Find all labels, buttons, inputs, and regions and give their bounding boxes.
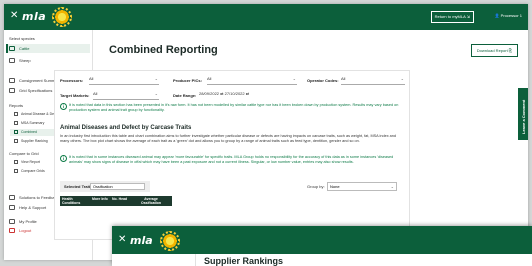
producer-pics-select[interactable]: All ⌄ [207, 76, 297, 85]
producer-pics-label: Producer PICs: [173, 78, 202, 83]
selected-trait-select[interactable]: Ossification [90, 183, 145, 190]
report-icon [14, 130, 18, 134]
sidebar-item-my-profile[interactable]: My Profile [9, 219, 37, 224]
group-by-select[interactable]: None ⌄ [327, 182, 397, 191]
column-average-ossification[interactable]: Average Ossification [132, 196, 170, 206]
column-health-conditions[interactable]: Health Conditions [60, 196, 90, 206]
sidebar-item-supplier-ranking[interactable]: Supplier Ranking [14, 139, 48, 143]
sheep-icon [9, 58, 15, 63]
close-icon[interactable]: ✕ [118, 235, 126, 245]
target-markets-label: Target Markets: [60, 93, 90, 98]
sidebar-item-combined[interactable]: Combined [14, 130, 37, 134]
processors-label: Processors: [60, 78, 84, 83]
section-description: In an industry first introduction this t… [60, 134, 396, 143]
page-title: Supplier Rankings [204, 256, 284, 266]
logout-icon [9, 228, 15, 233]
chevron-down-icon: ⌄ [154, 91, 158, 96]
processors-select[interactable]: All ⌄ [89, 76, 159, 85]
date-range-label: Date Range: [173, 93, 197, 98]
sidebar-item-logout[interactable]: Logout [9, 228, 31, 233]
close-icon[interactable]: ✕ [10, 11, 18, 21]
profile-icon [9, 219, 15, 224]
sidebar-item-view-report[interactable]: View Report [14, 160, 40, 164]
grid-icon [9, 88, 15, 93]
sun-logo-icon [52, 7, 72, 27]
sidebar-item-compare-grids[interactable]: Compare Grids [14, 169, 45, 173]
target-markets-select[interactable]: All ⌄ [93, 91, 159, 100]
sun-logo-icon [160, 231, 180, 251]
top-bar: ✕ mla [112, 226, 532, 254]
group-by-label: Group by: [307, 184, 325, 189]
table-header: Health Conditions More Info No. Head Ave… [60, 196, 172, 206]
grid-icon [14, 169, 18, 173]
chevron-down-icon: ⌄ [292, 76, 296, 81]
consignment-icon [9, 78, 15, 83]
sidebar-item-sheep[interactable]: Sheep [9, 58, 31, 63]
selected-trait-control: Selected Trait: Ossification [60, 181, 150, 192]
column-no-head[interactable]: No. Head [110, 196, 132, 206]
supplier-rankings-window: ✕ mla Supplier Rankings [112, 226, 532, 266]
diseased-animal-notice: i It is noted that in some instances dis… [60, 155, 400, 165]
select-species-label: Select species [9, 36, 35, 41]
report-icon [14, 139, 18, 143]
leave-comment-tab[interactable]: Leave a Comment [518, 88, 528, 140]
sidebar-item-cattle[interactable]: Cattle [9, 46, 29, 51]
sidebar-item-msa-summary[interactable]: MSA Summary [14, 121, 44, 125]
chevron-down-icon: ⌄ [400, 76, 404, 81]
help-icon [9, 205, 15, 210]
mla-logo: mla [130, 234, 153, 247]
sidebar [112, 254, 196, 266]
compare-to-grid-label[interactable]: Compare to Grid [9, 151, 39, 156]
report-panel: Processors: All ⌄ Producer PICs: All ⌄ Ope… [54, 70, 410, 240]
sidebar-item-help-support[interactable]: Help & Support [9, 205, 46, 210]
selected-trait-label: Selected Trait: [64, 184, 92, 189]
raw-data-notice: i It is noted that data in this section … [60, 103, 400, 113]
chevron-down-icon: ⌄ [154, 76, 158, 81]
sidebar-item-grid-specifications[interactable]: Grid Specifications [9, 88, 52, 93]
info-icon: i [60, 155, 67, 162]
sidebar-item-solutions-feedback[interactable]: Solutions to Feedback [9, 195, 59, 200]
date-range-input[interactable]: 28/09/2022 ⇄ 27/10/2022 ⇄ [199, 91, 291, 100]
page-title: Combined Reporting [109, 44, 218, 56]
report-icon [14, 160, 18, 164]
top-bar: ✕ mla Return to myMLA ⇲ 👤 Processor 1 [4, 4, 528, 30]
chevron-down-icon: ⌄ [390, 184, 394, 189]
feedback-icon [9, 195, 15, 200]
mla-logo: mla [22, 10, 47, 23]
operator-codes-label: Operator Codes: [307, 78, 339, 83]
reports-label[interactable]: Reports [9, 103, 23, 108]
info-icon: i [60, 103, 67, 110]
user-menu[interactable]: 👤 Processor 1 [495, 13, 522, 18]
report-icon [14, 112, 18, 116]
section-title: Animal Diseases and Defect by Carcase Tr… [60, 125, 192, 131]
return-to-mymla-button[interactable]: Return to myMLA ⇲ [430, 11, 474, 23]
column-more-info[interactable]: More Info [90, 196, 110, 206]
cattle-icon [9, 46, 15, 51]
download-report-button[interactable]: Download Report ⎘ [470, 44, 518, 57]
operator-codes-select[interactable]: All ⌄ [341, 76, 405, 85]
combined-reporting-window: ✕ mla Return to myMLA ⇲ 👤 Processor 1 Se… [4, 4, 528, 260]
report-icon [14, 121, 18, 125]
